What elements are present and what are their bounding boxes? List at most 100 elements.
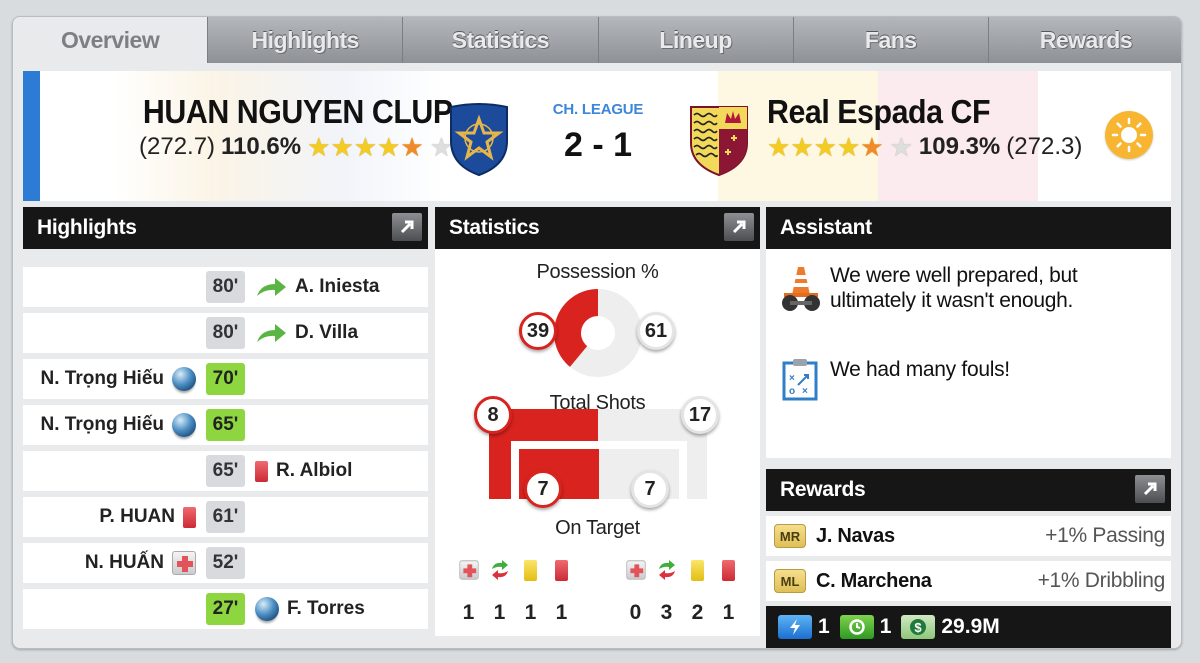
event-minute: 65' bbox=[206, 409, 245, 441]
event-player-name: F. Torres bbox=[287, 598, 365, 619]
highlight-row[interactable]: 61' P. HUAN bbox=[23, 497, 428, 537]
assistant-body: We were well prepared, but ultimately it… bbox=[766, 249, 1171, 458]
away-team-rating: ★ ★ ★ ★ ★ ★ 109.3% (272.3) bbox=[767, 133, 1082, 161]
highlight-row[interactable]: 27' F. Torres bbox=[23, 589, 428, 629]
weather-sun-icon[interactable] bbox=[1105, 111, 1153, 159]
home-crest-icon bbox=[447, 101, 511, 177]
tab-rewards[interactable]: Rewards bbox=[987, 17, 1181, 63]
away-stars: ★ ★ ★ ★ ★ ★ bbox=[767, 134, 913, 160]
highlight-row[interactable]: 65' N. Trọng Hiếu bbox=[23, 405, 428, 445]
away-yellow-card-count: 2 bbox=[691, 601, 704, 624]
away-event: A. Iniesta bbox=[255, 267, 379, 307]
event-minute: 80' bbox=[206, 317, 245, 349]
event-minute: 52' bbox=[206, 547, 245, 579]
rewards-header: Rewards bbox=[766, 469, 1171, 511]
statistics-expand-button[interactable] bbox=[724, 213, 754, 241]
statistics-body: Possession % 39 61 Total Shots 8 17 7 7 … bbox=[435, 249, 760, 636]
highlights-title: Highlights bbox=[37, 216, 137, 239]
star-icon: ★ bbox=[836, 132, 861, 162]
reward-row[interactable]: MR J. Navas +1% Passing bbox=[766, 516, 1171, 556]
home-event: N. HUẤN bbox=[85, 543, 196, 583]
event-minute: 27' bbox=[206, 593, 245, 625]
statistics-title: Statistics bbox=[449, 216, 540, 239]
assistant-header: Assistant bbox=[766, 207, 1171, 249]
on-target-label: On Target bbox=[555, 517, 640, 539]
event-player-name: N. HUẤN bbox=[84, 552, 164, 573]
highlight-row[interactable]: 70' N. Trọng Hiếu bbox=[23, 359, 428, 399]
highlights-panel: Highlights 80' A. Iniesta 80' D. Villa 70' N.… bbox=[23, 207, 428, 635]
rewards-totals-bar: 1 1 $ 29.9M bbox=[766, 606, 1171, 648]
highlights-expand-button[interactable] bbox=[392, 213, 422, 241]
competition-label: CH. LEAGUE bbox=[552, 101, 644, 118]
home-total-shots-value: 8 bbox=[474, 396, 512, 434]
home-discipline-icons bbox=[453, 558, 577, 582]
expand-arrow-icon bbox=[732, 220, 746, 234]
away-team: Real Espada CF ★ ★ ★ ★ ★ ★ 109.3% (272.3) bbox=[767, 93, 1082, 161]
highlights-list: 80' A. Iniesta 80' D. Villa 70' N. Trọng Hiếu… bbox=[23, 267, 428, 629]
energy-count: 1 bbox=[818, 615, 830, 638]
svg-text:×: × bbox=[802, 386, 808, 397]
time-boost-count: 1 bbox=[879, 615, 892, 638]
reward-player-name: J. Navas bbox=[816, 524, 895, 547]
event-player-name: N. Trọng Hiếu bbox=[40, 368, 165, 389]
injury-icon bbox=[625, 560, 646, 580]
substitution-icon bbox=[658, 560, 675, 580]
highlight-row[interactable]: 80' D. Villa bbox=[23, 313, 428, 353]
highlight-row[interactable]: 52' N. HUẤN bbox=[23, 543, 428, 583]
assistant-message: × o × We had many fouls! bbox=[780, 357, 1130, 401]
reward-bonus: +1% Passing bbox=[1045, 524, 1165, 547]
away-injury-count: 0 bbox=[629, 601, 642, 624]
away-team-name[interactable]: Real Espada CF bbox=[767, 93, 1057, 131]
away-discipline-icons bbox=[620, 558, 744, 582]
training-cone-icon bbox=[782, 267, 820, 311]
star-icon: ★ bbox=[330, 132, 354, 162]
reward-row[interactable]: ML C. Marchena +1% Dribbling bbox=[766, 561, 1171, 601]
red-card-icon bbox=[555, 559, 568, 581]
expand-arrow-icon bbox=[1143, 482, 1157, 496]
home-injury-count: 1 bbox=[462, 601, 475, 624]
svg-text:o: o bbox=[789, 386, 795, 397]
tab-highlights[interactable]: Highlights bbox=[207, 17, 403, 63]
home-event: N. Trọng Hiếu bbox=[40, 405, 196, 445]
away-discipline-counts: 0 3 2 1 bbox=[620, 601, 744, 625]
away-red-card-count: 1 bbox=[722, 601, 735, 624]
tab-overview[interactable]: Overview bbox=[13, 17, 208, 63]
star-icon: ★ bbox=[813, 132, 837, 162]
tab-bar: Overview Highlights Statistics Lineup Fa… bbox=[13, 17, 1181, 63]
home-stars: ★ ★ ★ ★ ★ ★ bbox=[307, 134, 453, 160]
home-rating-value: (272.7) bbox=[139, 133, 216, 160]
highlight-row[interactable]: 65' R. Albiol bbox=[23, 451, 428, 491]
away-crest-icon bbox=[687, 101, 751, 177]
highlight-row[interactable]: 80' A. Iniesta bbox=[23, 267, 428, 307]
ball-icon bbox=[172, 413, 196, 437]
svg-text:×: × bbox=[789, 373, 795, 384]
assistant-message-text: We were well prepared, but ultimately it… bbox=[830, 264, 1078, 312]
match-header: HUAN NGUYEN CLUP (272.7) 110.6% ★ ★ ★ ★ ★ ★ C… bbox=[23, 71, 1171, 201]
event-player-name: N. Trọng Hiếu bbox=[40, 414, 165, 435]
home-on-target-value: 7 bbox=[524, 470, 562, 508]
tab-statistics[interactable]: Statistics bbox=[402, 17, 598, 63]
away-total-shots-value: 17 bbox=[681, 396, 719, 434]
away-event: D. Villa bbox=[255, 313, 358, 353]
tab-fans[interactable]: Fans bbox=[792, 17, 988, 63]
event-player-name: R. Albiol bbox=[276, 460, 353, 481]
assistant-panel: Assistant We were well prepared, but ult… bbox=[766, 207, 1171, 458]
event-player-name: D. Villa bbox=[295, 322, 359, 343]
match-center: CH. LEAGUE 2 - 1 bbox=[543, 101, 653, 165]
event-player-name: P. HUAN bbox=[99, 506, 175, 527]
position-badge: MR bbox=[774, 524, 806, 548]
star-icon: ★ bbox=[307, 132, 331, 162]
ball-icon bbox=[172, 367, 196, 391]
rewards-expand-button[interactable] bbox=[1135, 475, 1165, 503]
home-event: P. HUAN bbox=[99, 497, 196, 537]
reward-bonus: +1% Dribbling bbox=[1037, 569, 1166, 592]
tab-lineup[interactable]: Lineup bbox=[597, 17, 793, 63]
svg-text:$: $ bbox=[915, 620, 923, 635]
reward-player-name: C. Marchena bbox=[816, 569, 932, 592]
home-possession-value: 39 bbox=[519, 312, 557, 350]
possession-label: Possession % bbox=[536, 261, 659, 283]
match-report-window: Overview Highlights Statistics Lineup Fa… bbox=[12, 16, 1182, 649]
away-event: R. Albiol bbox=[255, 451, 352, 491]
home-yellow-card-count: 1 bbox=[524, 601, 537, 624]
home-team-name[interactable]: HUAN NGUYEN CLUP bbox=[143, 93, 453, 131]
